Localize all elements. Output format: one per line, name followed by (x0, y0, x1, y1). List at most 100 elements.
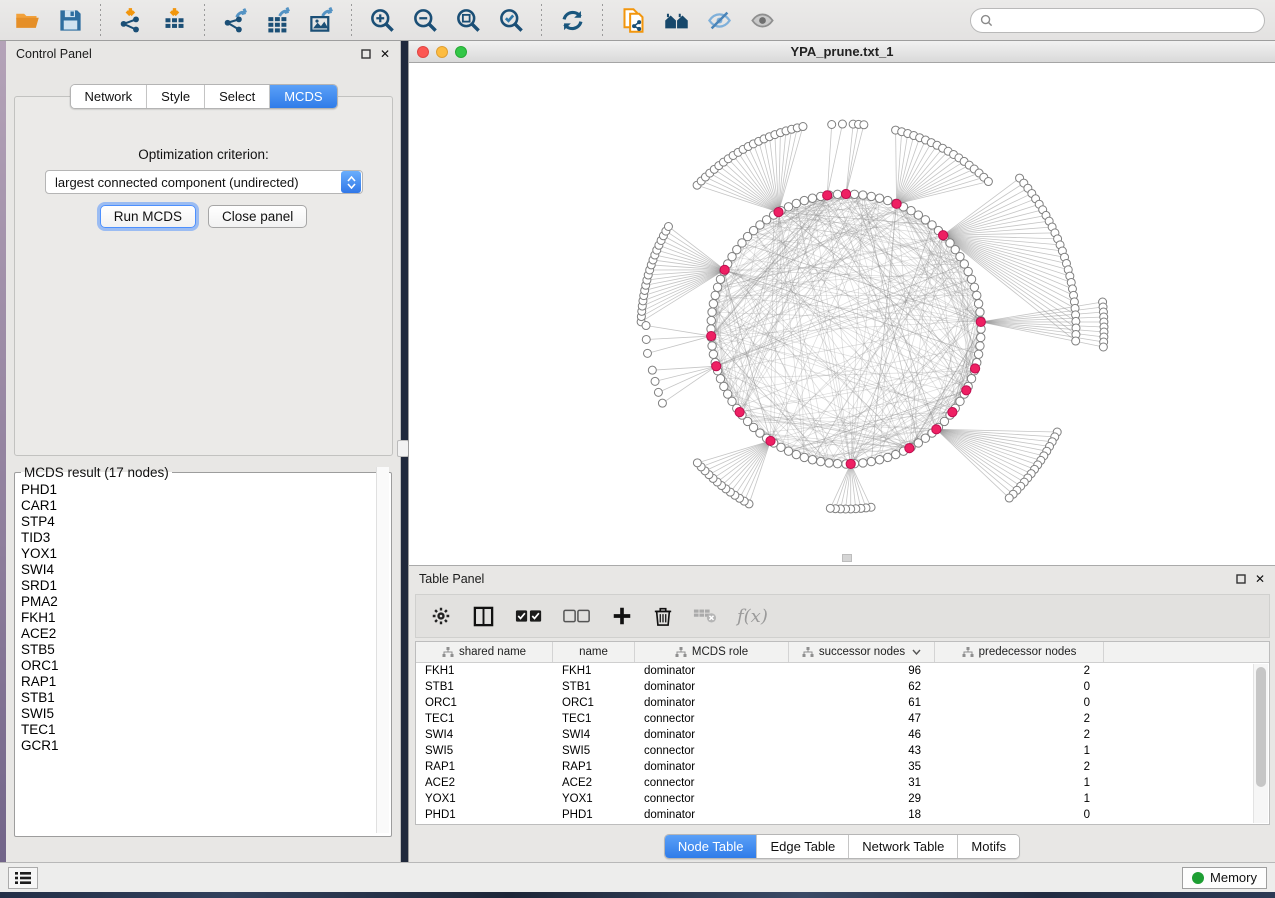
mcds-result-item[interactable]: STP4 (21, 514, 391, 530)
mcds-result-item[interactable]: GCR1 (21, 738, 391, 754)
column-header-shared-name[interactable]: shared name (416, 642, 553, 662)
column-header-predecessor-nodes[interactable]: predecessor nodes (935, 642, 1104, 662)
table-settings-button[interactable] (430, 601, 452, 631)
zoom-selected-button[interactable] (494, 4, 528, 36)
table-panel: Table Panel ✕ f(x) shared name name (408, 565, 1275, 862)
table-row[interactable]: RAP1RAP1dominator352 (416, 759, 1269, 775)
select-all-button[interactable] (515, 601, 543, 631)
clone-network-button[interactable] (616, 4, 650, 36)
float-panel-icon[interactable] (361, 49, 371, 59)
tab-edge-table[interactable]: Edge Table (757, 835, 849, 858)
mcds-result-item[interactable]: SRD1 (21, 578, 391, 594)
tab-style[interactable]: Style (147, 85, 205, 108)
close-panel-icon[interactable]: ✕ (380, 48, 390, 60)
mcds-result-item[interactable]: TEC1 (21, 722, 391, 738)
tab-network[interactable]: Network (70, 85, 147, 108)
memory-button[interactable]: Memory (1182, 867, 1267, 889)
shared-column-icon (675, 647, 687, 658)
close-panel-icon[interactable]: ✕ (1255, 573, 1265, 585)
export-network-button[interactable] (218, 4, 252, 36)
mcds-result-item[interactable]: FKH1 (21, 610, 391, 626)
column-header-mcds-role[interactable]: MCDS role (635, 642, 789, 662)
delete-table-button[interactable] (693, 601, 717, 631)
mcds-result-item[interactable]: PHD1 (21, 482, 391, 498)
search-input[interactable] (998, 13, 1248, 27)
tab-network-table[interactable]: Network Table (849, 835, 958, 858)
mcds-result-title: MCDS result (17 nodes) (21, 465, 172, 480)
import-table-button[interactable] (157, 4, 191, 36)
zoom-in-icon (369, 7, 396, 34)
tab-select[interactable]: Select (205, 85, 270, 108)
tab-motifs[interactable]: Motifs (958, 835, 1019, 858)
sort-descending-icon (912, 649, 921, 655)
table-scrollbar[interactable] (1253, 664, 1268, 823)
mcds-result-item[interactable]: PMA2 (21, 594, 391, 610)
shared-column-icon (802, 647, 814, 658)
function-builder-button[interactable]: f(x) (737, 601, 768, 631)
tab-node-table[interactable]: Node Table (665, 835, 758, 858)
first-neighbors-button[interactable] (659, 4, 693, 36)
network-window-titlebar[interactable]: YPA_prune.txt_1 (409, 41, 1275, 63)
zoom-selected-icon (498, 7, 525, 34)
import-network-button[interactable] (114, 4, 148, 36)
mcds-result-item[interactable]: SWI5 (21, 706, 391, 722)
table-row[interactable]: FKH1FKH1dominator962 (416, 663, 1269, 679)
float-panel-icon[interactable] (1236, 574, 1246, 584)
zoom-out-button[interactable] (408, 4, 442, 36)
mcds-result-item[interactable]: ACE2 (21, 626, 391, 642)
show-columns-button[interactable] (472, 601, 495, 631)
table-row[interactable]: PHD1PHD1dominator180 (416, 807, 1269, 823)
mcds-panel: Network Style Select MCDS Optimization c… (14, 96, 393, 456)
refresh-button[interactable] (555, 4, 589, 36)
mcds-result-item[interactable]: STB1 (21, 690, 391, 706)
zoom-in-button[interactable] (365, 4, 399, 36)
table-row[interactable]: YOX1YOX1connector291 (416, 791, 1269, 807)
table-toolbar: f(x) (415, 594, 1270, 638)
hide-selected-button[interactable] (702, 4, 736, 36)
mcds-result-item[interactable]: STB5 (21, 642, 391, 658)
export-image-button[interactable] (304, 4, 338, 36)
mcds-result-item[interactable]: ORC1 (21, 658, 391, 674)
task-history-button[interactable] (8, 867, 38, 889)
mcds-result-item[interactable]: SWI4 (21, 562, 391, 578)
mcds-result-box: MCDS result (17 nodes) PHD1CAR1STP4TID3Y… (14, 465, 392, 837)
mcds-list-scrollbar[interactable] (376, 467, 389, 833)
table-row[interactable]: STB1STB1dominator620 (416, 679, 1269, 695)
network-graph[interactable] (409, 63, 1274, 564)
delete-column-button[interactable] (653, 601, 673, 631)
add-column-button[interactable] (611, 601, 633, 631)
zoom-fit-button[interactable] (451, 4, 485, 36)
export-table-button[interactable] (261, 4, 295, 36)
main-toolbar (0, 0, 1275, 41)
show-all-button[interactable] (745, 4, 779, 36)
shared-column-icon (442, 647, 454, 658)
toolbar-separator (204, 4, 205, 36)
refresh-icon (559, 7, 586, 34)
tab-mcds[interactable]: MCDS (270, 85, 336, 108)
close-panel-button[interactable]: Close panel (208, 205, 307, 228)
criterion-dropdown[interactable]: largest connected component (undirected) (45, 170, 363, 194)
control-panel: Control Panel ✕ Network Style Select MCD… (6, 41, 401, 862)
column-header-name[interactable]: name (553, 642, 635, 662)
canvas-scroll-handle[interactable] (842, 554, 852, 562)
mcds-result-item[interactable]: RAP1 (21, 674, 391, 690)
save-button[interactable] (53, 4, 87, 36)
scrollbar-thumb[interactable] (1256, 667, 1266, 787)
mcds-result-list[interactable]: PHD1CAR1STP4TID3YOX1SWI4SRD1PMA2FKH1ACE2… (15, 480, 391, 826)
deselect-all-button[interactable] (563, 601, 591, 631)
table-row[interactable]: ACE2ACE2connector311 (416, 775, 1269, 791)
table-row[interactable]: ORC1ORC1dominator610 (416, 695, 1269, 711)
mcds-result-item[interactable]: YOX1 (21, 546, 391, 562)
dropdown-stepper-icon (341, 171, 361, 193)
hide-eye-icon (706, 7, 733, 34)
run-mcds-button[interactable]: Run MCDS (100, 205, 196, 228)
column-header-successor-nodes[interactable]: successor nodes (789, 642, 935, 662)
table-row[interactable]: SWI4SWI4dominator462 (416, 727, 1269, 743)
open-button[interactable] (10, 4, 44, 36)
table-row[interactable]: SWI5SWI5connector431 (416, 743, 1269, 759)
mcds-result-item[interactable]: TID3 (21, 530, 391, 546)
table-row[interactable]: TEC1TEC1connector472 (416, 711, 1269, 727)
network-canvas[interactable] (409, 63, 1275, 564)
search-box[interactable] (970, 8, 1265, 33)
mcds-result-item[interactable]: CAR1 (21, 498, 391, 514)
